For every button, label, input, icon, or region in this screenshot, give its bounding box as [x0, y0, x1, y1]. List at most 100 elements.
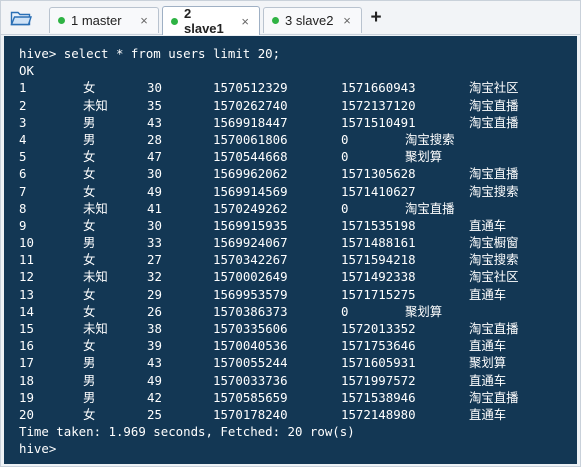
row-id: 18 [19, 372, 34, 388]
row-age: 43 [147, 114, 162, 130]
connection-status-icon [272, 17, 279, 24]
table-row: 16 女 39 1570040536 1571753646 直通车 [19, 337, 577, 354]
row-age: 33 [147, 235, 162, 251]
row-age: 47 [147, 149, 162, 165]
row-id: 1 [19, 80, 27, 96]
new-tab-button[interactable]: + [367, 7, 385, 28]
tab-1-master[interactable]: 1 master × [49, 7, 159, 33]
row-source: 淘宝搜索 [469, 252, 519, 268]
row-timestamp-2: 1571488161 [341, 235, 416, 251]
close-icon[interactable]: × [138, 13, 150, 28]
table-row: 6 女 30 1569962062 1571305628 淘宝直播 [19, 165, 577, 182]
row-source: 直通车 [469, 286, 507, 302]
table-row: 20 女 25 1570178240 1572148980 直通车 [19, 406, 577, 423]
tab-label: 3 slave2 [285, 13, 334, 28]
row-timestamp-1: 1570544668 [213, 149, 288, 165]
tab-bar: 1 master × 2 slave1 × 3 slave2 × + [1, 1, 580, 36]
row-timestamp-2: 1572013352 [341, 321, 416, 336]
row-gender: 女 [83, 183, 96, 199]
row-timestamp-1: 1569915935 [213, 217, 288, 233]
tab-2-slave1[interactable]: 2 slave1 × [162, 6, 260, 36]
row-id: 14 [19, 303, 34, 319]
tab-label: 1 master [71, 13, 122, 28]
table-row: 17 男 43 1570055244 1571605931 聚划算 [19, 354, 577, 371]
row-id: 7 [19, 183, 27, 199]
row-source: 直通车 [469, 372, 507, 388]
ok-line: OK [19, 63, 34, 79]
row-id: 15 [19, 321, 34, 336]
row-id: 5 [19, 149, 27, 165]
row-timestamp-2: 1571538946 [341, 389, 416, 405]
row-id: 9 [19, 217, 27, 233]
connection-status-icon [58, 17, 65, 24]
row-age: 49 [147, 183, 162, 199]
row-timestamp-2: 1571660943 [341, 80, 416, 96]
row-id: 20 [19, 406, 34, 422]
row-timestamp-2: 0 [341, 200, 349, 216]
terminal-output[interactable]: hive> select * from users limit 20; OK 1… [4, 36, 577, 464]
row-timestamp-1: 1569918447 [213, 114, 288, 130]
row-source: 淘宝搜索 [469, 183, 519, 199]
table-row: 7 女 49 1569914569 1571410627 淘宝搜索 [19, 183, 577, 200]
connection-status-icon [171, 17, 178, 25]
row-age: 43 [147, 355, 162, 371]
row-timestamp-1: 1569924067 [213, 235, 288, 251]
table-row: 5 女 47 1570544668 0 聚划算 [19, 148, 577, 165]
table-row: 1 女 30 1570512329 1571660943 淘宝社区 [19, 79, 577, 96]
row-gender: 女 [83, 303, 96, 319]
row-timestamp-2: 1571715275 [341, 286, 416, 302]
row-gender: 男 [83, 114, 96, 130]
row-gender: 女 [83, 166, 96, 182]
table-row: 10 男 33 1569924067 1571488161 淘宝橱窗 [19, 234, 577, 251]
row-gender: 未知 [83, 97, 108, 113]
row-age: 26 [147, 303, 162, 319]
table-row: 8 未知 41 1570249262 0 淘宝直播 [19, 200, 577, 217]
row-id: 19 [19, 389, 34, 405]
row-source: 淘宝社区 [469, 80, 519, 96]
row-timestamp-1: 1570335606 [213, 321, 288, 336]
row-gender: 未知 [83, 200, 108, 216]
row-id: 4 [19, 131, 27, 147]
row-age: 30 [147, 166, 162, 182]
row-gender: 女 [83, 252, 96, 268]
row-timestamp-2: 1571305628 [341, 166, 416, 182]
open-folder-button[interactable] [7, 7, 35, 29]
close-icon[interactable]: × [239, 14, 251, 29]
row-id: 6 [19, 166, 27, 182]
row-age: 38 [147, 321, 162, 336]
tab-3-slave2[interactable]: 3 slave2 × [263, 7, 362, 33]
row-timestamp-1: 1570262740 [213, 97, 288, 113]
row-timestamp-1: 1570040536 [213, 338, 288, 354]
row-source: 淘宝直播 [405, 200, 455, 216]
result-rows: 1 女 30 1570512329 1571660943 淘宝社区 2 未知 35 1570262… [19, 79, 577, 423]
row-timestamp-2: 1571410627 [341, 183, 416, 199]
row-source: 淘宝直播 [469, 166, 519, 182]
row-gender: 男 [83, 131, 96, 147]
command-line: hive> select * from users limit 20; [19, 46, 281, 61]
row-age: 28 [147, 131, 162, 147]
row-gender: 女 [83, 217, 96, 233]
row-timestamp-1: 1570178240 [213, 406, 288, 422]
row-timestamp-2: 1571997572 [341, 372, 416, 388]
row-source: 直通车 [469, 406, 507, 422]
close-icon[interactable]: × [341, 13, 353, 28]
summary-line: Time taken: 1.969 seconds, Fetched: 20 r… [19, 424, 355, 440]
row-gender: 男 [83, 355, 96, 371]
row-timestamp-2: 0 [341, 303, 349, 319]
row-id: 12 [19, 269, 34, 285]
table-row: 15 未知 38 1570335606 1572013352 淘宝直播 [19, 320, 577, 337]
plus-icon: + [370, 7, 382, 28]
row-id: 16 [19, 338, 34, 354]
row-timestamp-1: 1570055244 [213, 355, 288, 371]
row-timestamp-1: 1570033736 [213, 372, 288, 388]
table-row: 19 男 42 1570585659 1571538946 淘宝直播 [19, 389, 577, 406]
row-source: 淘宝橱窗 [469, 235, 519, 251]
row-timestamp-2: 1572148980 [341, 406, 416, 422]
row-timestamp-1: 1570386373 [213, 303, 288, 319]
row-timestamp-2: 1571492338 [341, 269, 416, 285]
row-timestamp-1: 1569962062 [213, 166, 288, 182]
row-source: 淘宝直播 [469, 321, 519, 336]
row-source: 聚划算 [469, 355, 507, 371]
row-timestamp-1: 1569914569 [213, 183, 288, 199]
row-id: 3 [19, 114, 27, 130]
